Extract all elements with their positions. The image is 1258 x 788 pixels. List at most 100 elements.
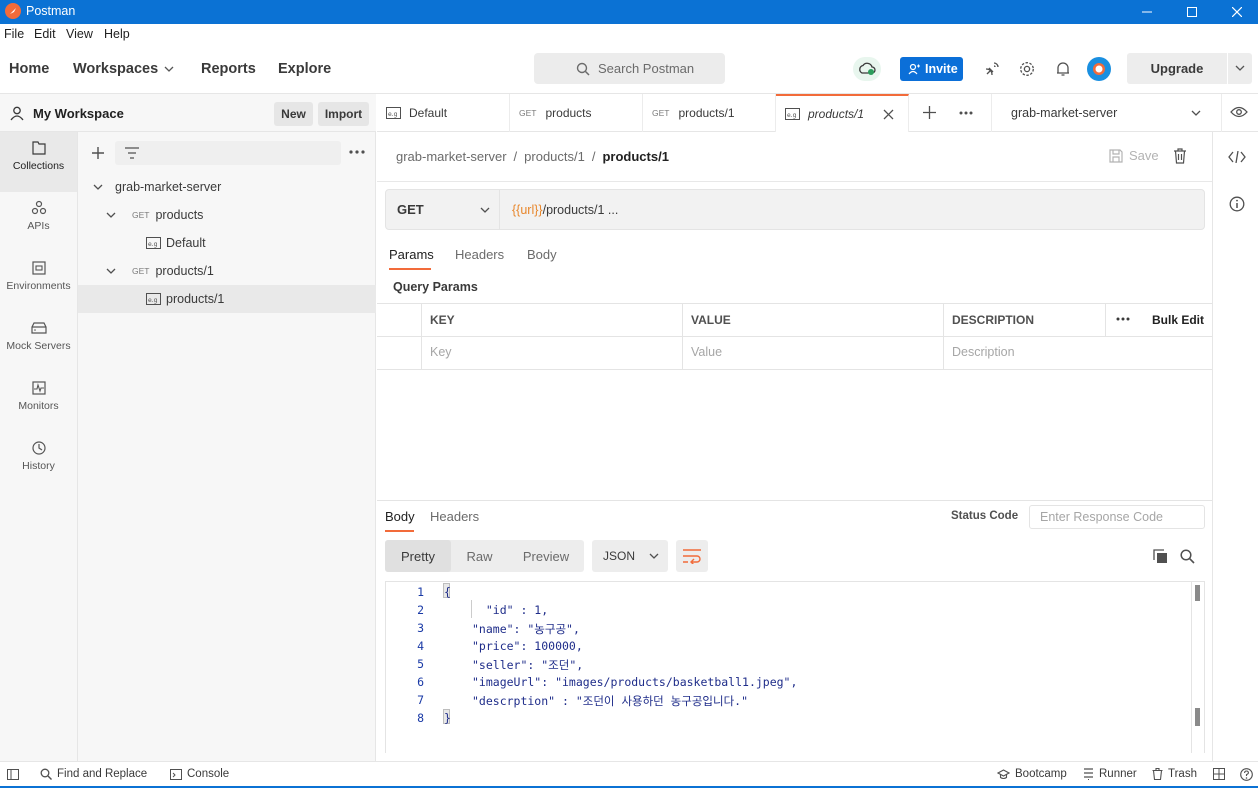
- param-value-input[interactable]: Value: [691, 345, 722, 359]
- minimize-icon[interactable]: [1124, 0, 1170, 24]
- settings-gear-icon[interactable]: [1018, 60, 1036, 78]
- user-icon: [10, 106, 24, 121]
- tab-label: products/1: [678, 106, 735, 120]
- environment-quick-look[interactable]: [1221, 94, 1258, 132]
- invite-button[interactable]: Invite: [900, 57, 963, 81]
- tab-label: Default: [409, 106, 448, 120]
- code-line: }: [444, 711, 451, 725]
- tree-example-default[interactable]: e.g Default: [78, 229, 376, 257]
- find-and-replace-button[interactable]: Find and Replace: [40, 768, 147, 780]
- response-tab-body[interactable]: Body: [385, 509, 415, 524]
- method-selector[interactable]: GET: [386, 190, 500, 229]
- example-icon: e.g: [785, 108, 800, 120]
- nav-workspaces[interactable]: Workspaces: [73, 61, 158, 77]
- avatar[interactable]: [1087, 57, 1111, 81]
- wrap-lines-icon: [683, 549, 701, 564]
- tab-params[interactable]: Params: [389, 247, 434, 262]
- view-raw[interactable]: Raw: [451, 540, 508, 572]
- menu-help[interactable]: Help: [104, 27, 130, 41]
- nav-home[interactable]: Home: [9, 61, 49, 77]
- tab-products-1-active[interactable]: e.g products/1: [776, 94, 909, 132]
- url-input[interactable]: {{url}} /products/1 ...: [501, 190, 1201, 229]
- tree-example-products-1[interactable]: e.g products/1: [78, 285, 376, 313]
- column-options-icon[interactable]: [1116, 317, 1130, 321]
- import-button[interactable]: Import: [318, 102, 369, 126]
- two-pane-layout-icon[interactable]: [1213, 768, 1225, 780]
- status-code-input[interactable]: Enter Response Code: [1029, 505, 1205, 529]
- tree-item-label: Default: [166, 236, 206, 250]
- nav-explore[interactable]: Explore: [278, 61, 331, 77]
- code-line: "imageUrl": "images/products/basketball1…: [472, 675, 798, 689]
- view-preview[interactable]: Preview: [508, 540, 584, 572]
- new-button[interactable]: New: [274, 102, 313, 126]
- search-input[interactable]: Search Postman: [534, 53, 725, 84]
- response-tab-headers[interactable]: Headers: [430, 509, 479, 524]
- search-response-icon[interactable]: [1180, 549, 1195, 564]
- chevron-down-icon: [1235, 65, 1245, 71]
- satellite-icon[interactable]: [983, 60, 1001, 78]
- breadcrumb-current: products/1: [602, 149, 669, 164]
- add-collection-icon[interactable]: [91, 146, 105, 160]
- wrap-lines-button[interactable]: [676, 540, 708, 572]
- upgrade-button[interactable]: Upgrade: [1127, 53, 1227, 84]
- tab-get-products-1[interactable]: GET products/1: [643, 94, 776, 132]
- search-placeholder: Search Postman: [598, 61, 695, 76]
- close-window-icon[interactable]: [1214, 0, 1258, 24]
- close-tab-icon[interactable]: [883, 109, 894, 120]
- bootcamp-icon: [997, 769, 1010, 780]
- param-description-input[interactable]: Description: [952, 345, 1015, 359]
- trash-button[interactable]: Trash: [1152, 768, 1197, 780]
- runner-button[interactable]: Runner: [1083, 768, 1137, 780]
- scrollbar-thumb-top[interactable]: [1195, 585, 1200, 601]
- response-body-editor[interactable]: 1 2 3 4 5 6 7 8 { "id" : 1, "name": "농구공…: [385, 581, 1205, 753]
- svg-text:e.g: e.g: [148, 241, 158, 248]
- code-line: "id" : 1,: [472, 603, 549, 617]
- menu-edit[interactable]: Edit: [34, 27, 56, 41]
- more-options-icon[interactable]: [349, 150, 365, 154]
- tab-headers[interactable]: Headers: [455, 247, 504, 262]
- maximize-icon[interactable]: [1169, 0, 1215, 24]
- leftnav-history[interactable]: History: [0, 432, 77, 492]
- info-icon[interactable]: [1229, 196, 1245, 212]
- scrollbar-thumb-bottom[interactable]: [1195, 708, 1200, 726]
- tab-default[interactable]: e.g Default: [377, 94, 510, 132]
- bulk-edit-button[interactable]: Bulk Edit: [1152, 313, 1204, 327]
- tabs-more-icon[interactable]: [959, 111, 973, 115]
- nav-reports[interactable]: Reports: [201, 61, 256, 77]
- request-tabs-bar: e.g Default GET products GET products/1 …: [377, 94, 1258, 132]
- tree-folder-products-1[interactable]: GET products/1: [78, 257, 376, 285]
- leftnav-collections[interactable]: Collections: [0, 132, 77, 192]
- menu-view[interactable]: View: [66, 27, 93, 41]
- format-selector[interactable]: JSON: [592, 540, 668, 572]
- search-icon: [576, 62, 590, 76]
- breadcrumb-request[interactable]: products/1: [524, 149, 585, 164]
- leftnav-apis[interactable]: APIs: [0, 192, 77, 252]
- tree-folder-products[interactable]: GET products: [78, 201, 376, 229]
- bootcamp-button[interactable]: Bootcamp: [997, 768, 1067, 780]
- delete-trash-icon[interactable]: [1173, 148, 1187, 164]
- example-icon: e.g: [146, 293, 161, 305]
- tab-get-products[interactable]: GET products: [510, 94, 643, 132]
- leftnav-environments[interactable]: Environments: [0, 252, 77, 312]
- copy-icon[interactable]: [1153, 549, 1168, 564]
- param-key-input[interactable]: Key: [430, 345, 452, 359]
- menu-file[interactable]: File: [4, 27, 24, 41]
- leftnav-mock-servers[interactable]: Mock Servers: [0, 312, 77, 372]
- leftnav-monitors[interactable]: Monitors: [0, 372, 77, 432]
- workspaces-chevron-down-icon[interactable]: [164, 65, 174, 73]
- notifications-bell-icon[interactable]: [1054, 60, 1072, 78]
- sync-status-icon[interactable]: [853, 57, 881, 81]
- upgrade-dropdown[interactable]: [1228, 53, 1252, 84]
- tab-body[interactable]: Body: [527, 247, 557, 262]
- code-snippet-icon[interactable]: [1228, 151, 1246, 163]
- filter-input[interactable]: [115, 141, 341, 165]
- save-button[interactable]: Save: [1109, 148, 1159, 163]
- new-tab-icon[interactable]: [923, 106, 936, 119]
- help-icon[interactable]: [1240, 768, 1253, 781]
- console-button[interactable]: Console: [170, 768, 229, 780]
- toggle-sidebar-icon[interactable]: [7, 769, 19, 780]
- collection-grab-market-server[interactable]: grab-market-server: [78, 173, 376, 201]
- environment-selector[interactable]: grab-market-server: [991, 94, 1221, 132]
- breadcrumb-collection[interactable]: grab-market-server: [396, 149, 507, 164]
- view-pretty[interactable]: Pretty: [385, 540, 451, 572]
